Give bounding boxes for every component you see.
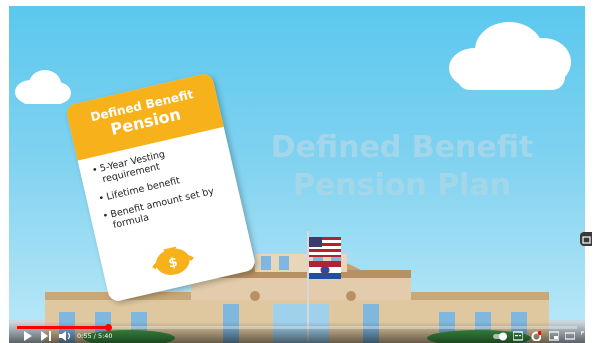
settings-icon[interactable] (531, 331, 541, 341)
heading-line-2: Pension Plan (292, 168, 512, 203)
missouri-flag-icon (309, 261, 341, 279)
autoplay-toggle-icon[interactable] (493, 331, 507, 341)
cards-icon (582, 236, 591, 244)
volume-icon[interactable] (59, 331, 71, 341)
miniplayer-icon[interactable] (549, 331, 559, 341)
video-frame: Defined Benefit Pension Plan Defined Ben… (0, 0, 594, 343)
cloud-right-icon (449, 22, 571, 90)
fullscreen-icon[interactable] (581, 331, 585, 341)
next-icon[interactable] (41, 331, 51, 341)
side-expand-button[interactable] (580, 232, 592, 246)
current-time: 0:55 (77, 332, 92, 340)
money-bag-icon: $ (152, 246, 194, 275)
play-icon[interactable] (23, 331, 32, 341)
time-display: 0:55 / 5:40 (77, 332, 113, 340)
heading-line-1: Defined Benefit (270, 130, 534, 165)
cloud-left-icon (15, 70, 71, 104)
progress-bar[interactable] (17, 324, 577, 331)
card-title: Defined Benefit Pension (75, 84, 213, 147)
progress-scrubber[interactable] (104, 324, 112, 331)
duration: 5:40 (97, 332, 113, 340)
subtitles-icon[interactable] (513, 331, 523, 341)
us-flag-icon (309, 237, 341, 257)
video-heading: Defined Benefit Pension Plan (257, 129, 547, 205)
progress-fill (17, 326, 108, 329)
player-controls: 0:55 / 5:40 (9, 322, 585, 343)
video-player[interactable]: Defined Benefit Pension Plan Defined Ben… (9, 6, 585, 343)
theater-icon[interactable] (565, 331, 575, 341)
